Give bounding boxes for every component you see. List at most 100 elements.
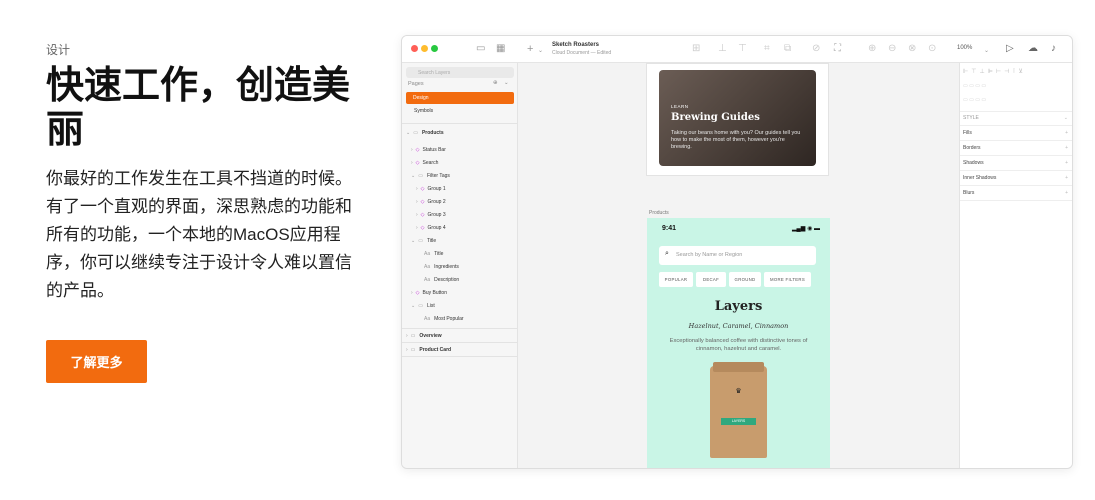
layer-overview[interactable]: › ▭ Overview [406, 333, 442, 339]
phone-search-bar[interactable]: ⌕ Search by Name or Region [659, 246, 816, 265]
add-icon[interactable]: + [527, 44, 533, 55]
layer-title-group[interactable]: ⌄ ▭ Title [411, 238, 436, 244]
layer-buy-button[interactable]: › ◇ Buy Button [411, 290, 447, 296]
document-title: Sketch Roasters [552, 42, 600, 48]
grid-view-icon[interactable]: ▦ [496, 44, 505, 54]
symbol-icon: ◇ [415, 160, 420, 166]
artboard-label[interactable]: Products [649, 210, 669, 216]
inspector-panel: ⊩⊤⊥⊫⊢⊣⊺⊻ ▭ ▭ ▭ ▭ ▭ ▭ ▭ ▭ STYLE ⌄ Fills + B… [959, 63, 1072, 468]
style-heading: STYLE ⌄ [963, 115, 1068, 121]
layer-filter-tags[interactable]: ⌄ ▭ Filter Tags [411, 173, 450, 179]
divider [402, 123, 518, 124]
transform-icon[interactable]: ⛶ [834, 44, 841, 54]
layer-list[interactable]: ⌄ ▭ List [411, 303, 435, 309]
page-design[interactable]: Design [406, 92, 514, 104]
card-text: Taking our beans home with you? Our guid… [671, 130, 801, 150]
blurs-row[interactable]: Blurs + [963, 190, 1070, 196]
fills-row[interactable]: Fills + [963, 130, 1070, 136]
layer-group-2[interactable]: › ◇ Group 2 [416, 199, 446, 205]
chip-decaf[interactable]: DECAF [696, 272, 726, 287]
group-icon[interactable]: ⌗ [764, 44, 770, 54]
learn-more-button[interactable]: 了解更多 [46, 340, 147, 383]
layer-group-1[interactable]: › ◇ Group 1 [416, 186, 446, 192]
union-icon[interactable]: ⊕ [868, 44, 876, 54]
card-title: Brewing Guides [671, 112, 760, 123]
layer-products[interactable]: ⌄ ▭ Products [406, 130, 444, 136]
align-icon[interactable]: ⊥ [718, 44, 727, 54]
symbol-icon: ◇ [420, 212, 425, 218]
artboard-card[interactable]: LEARN Brewing Guides Taking our beans ho… [646, 63, 829, 176]
play-icon[interactable]: ▷ [1006, 44, 1014, 54]
product-title: Layers [714, 299, 763, 314]
minimize-window-button[interactable] [421, 45, 428, 52]
add-inner-shadow-icon[interactable]: + [1065, 175, 1068, 181]
position-fields[interactable]: ▭ ▭ ▭ ▭ [963, 83, 1070, 89]
layer-title-text[interactable]: Aa Title [424, 251, 443, 257]
add-shadow-icon[interactable]: + [1065, 160, 1068, 166]
layer-search-input[interactable]: Search Layers [406, 67, 514, 78]
inner-shadows-row[interactable]: Inner Shadows + [963, 175, 1070, 181]
mask-icon[interactable]: ⊘ [812, 44, 820, 54]
size-fields[interactable]: ▭ ▭ ▭ ▭ [963, 97, 1070, 103]
coffee-bag-image: ♛ LAYERS [710, 362, 767, 458]
pages-chevron-icon[interactable]: ⌄ [504, 80, 509, 86]
product-description: Exceptionally balanced coffee with disti… [669, 338, 808, 352]
close-window-button[interactable] [411, 45, 418, 52]
pages-label: Pages [408, 81, 424, 87]
phone-search-placeholder: Search by Name or Region [676, 252, 743, 258]
hero-eyebrow: 设计 [46, 43, 71, 57]
layers-panel: Search Layers Pages ⊕ ⌄ Design Symbols ⌄… [402, 63, 518, 468]
layer-ingredients[interactable]: Aa Ingredients [424, 264, 459, 270]
ungroup-icon[interactable]: ⧉ [784, 44, 791, 54]
bag-seal [713, 362, 764, 372]
divider [960, 111, 1072, 112]
zoom-chevron-icon[interactable]: ⌄ [984, 46, 989, 56]
layer-most-popular[interactable]: Aa Most Popular [424, 316, 464, 322]
divider [402, 356, 518, 357]
divider [960, 185, 1072, 186]
create-symbol-icon[interactable]: ⊞ [692, 44, 700, 54]
align-toolbar-icon[interactable]: ⊩⊤⊥⊫⊢⊣⊺⊻ [963, 68, 1070, 75]
add-page-icon[interactable]: ⊕ [493, 80, 498, 86]
chip-more-filters[interactable]: MORE FILTERS [764, 272, 811, 287]
layer-group-4[interactable]: › ◇ Group 4 [416, 225, 446, 231]
symbol-icon: ◇ [415, 290, 420, 296]
page-symbols[interactable]: Symbols [414, 108, 433, 114]
card-tag: LEARN [671, 104, 689, 109]
layer-description[interactable]: Aa Description [424, 277, 459, 283]
chip-popular[interactable]: POPULAR [659, 272, 693, 287]
symbol-icon: ◇ [420, 225, 425, 231]
artboard-products[interactable]: 9:41 ▂▄▆ ◉ ▬ ⌕ Search by Name or Region … [647, 218, 830, 468]
intersect-icon[interactable]: ⊗ [908, 44, 916, 54]
distribute-icon[interactable]: ⊤ [738, 44, 747, 54]
layer-group-3[interactable]: › ◇ Group 3 [416, 212, 446, 218]
layer-search[interactable]: › ◇ Search [411, 160, 438, 166]
difference-icon[interactable]: ⊙ [928, 44, 936, 54]
subtract-icon[interactable]: ⊖ [888, 44, 896, 54]
cloud-icon[interactable]: ☁ [1028, 44, 1038, 54]
chip-ground[interactable]: GROUND [729, 272, 761, 287]
chevron-down-icon[interactable]: ⌄ [538, 46, 543, 56]
add-border-icon[interactable]: + [1065, 145, 1068, 151]
search-icon: ⌕ [665, 250, 669, 257]
layer-status-bar[interactable]: › ◇ Status Bar [411, 147, 446, 153]
document-status: Cloud Document — Edited [552, 50, 612, 56]
borders-row[interactable]: Borders + [963, 145, 1070, 151]
bell-icon[interactable]: ♪ [1051, 44, 1056, 54]
sidebar-toggle-icon[interactable]: ▭ [476, 44, 485, 54]
brewing-guides-card[interactable]: LEARN Brewing Guides Taking our beans ho… [659, 70, 816, 166]
bag-logo-icon: ♛ [735, 388, 742, 395]
maximize-window-button[interactable] [431, 45, 438, 52]
add-fill-icon[interactable]: + [1065, 130, 1068, 136]
divider [402, 342, 518, 343]
signal-battery-icon: ▂▄▆ ◉ ▬ [791, 226, 820, 232]
add-blur-icon[interactable]: + [1065, 190, 1068, 196]
divider [960, 170, 1072, 171]
symbol-icon: ◇ [415, 147, 420, 153]
zoom-level[interactable]: 100% [957, 45, 972, 51]
design-canvas[interactable]: LEARN Brewing Guides Taking our beans ho… [518, 63, 959, 468]
layer-product-card[interactable]: › ▭ Product Card [406, 347, 451, 353]
symbol-icon: ◇ [420, 186, 425, 192]
symbol-icon: ◇ [420, 199, 425, 205]
shadows-row[interactable]: Shadows + [963, 160, 1070, 166]
